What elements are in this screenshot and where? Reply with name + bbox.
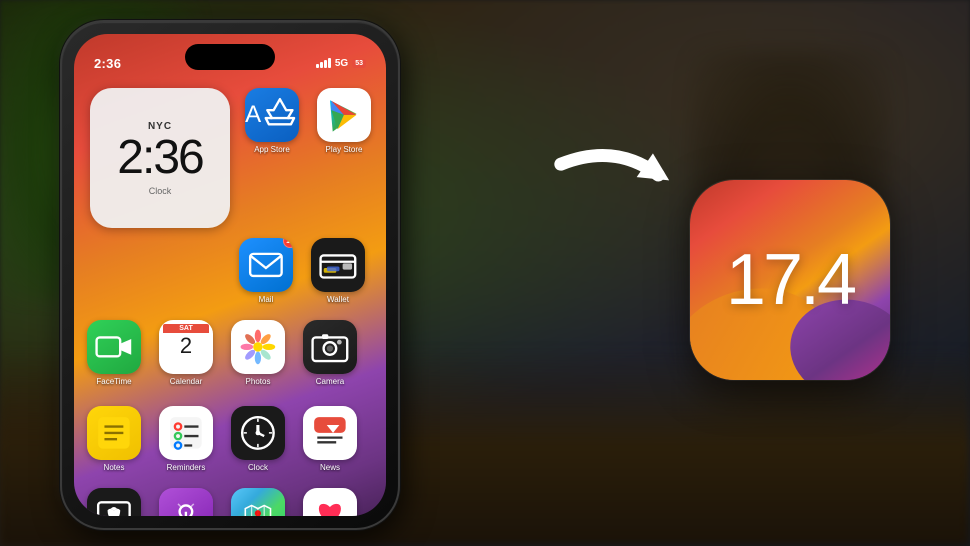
phone: 2:36 5G 53 NYC 2:36 <box>60 20 400 530</box>
app-clock-label: Clock <box>248 463 268 472</box>
app-mail-icon[interactable]: 17 <box>239 238 293 292</box>
app-appstore-icon[interactable] <box>245 88 299 142</box>
app-news-cell[interactable]: News <box>298 406 362 472</box>
app-appstore-label: App Store <box>254 145 290 154</box>
ios-version-icon: 17.4 <box>690 180 890 380</box>
status-time: 2:36 <box>94 56 121 71</box>
app-news-icon[interactable] <box>303 406 357 460</box>
fifth-row: Apple TV Podcasts <box>82 488 362 516</box>
app-clock-cell[interactable]: Clock <box>226 406 290 472</box>
app-news-label: News <box>320 463 340 472</box>
app-facetime-icon[interactable] <box>87 320 141 374</box>
phone-screen: 2:36 5G 53 NYC 2:36 <box>74 34 386 516</box>
app-facetime-cell[interactable]: FaceTime <box>82 320 146 386</box>
app-photos-label: Photos <box>246 377 271 386</box>
app-playstore-cell[interactable]: Play Store <box>312 88 376 154</box>
dynamic-island <box>185 44 275 70</box>
battery-badge: 53 <box>352 59 366 68</box>
app-reminders-cell[interactable]: Reminders <box>154 406 218 472</box>
app-facetime-label: FaceTime <box>96 377 131 386</box>
app-playstore-icon[interactable] <box>317 88 371 142</box>
clock-city: NYC <box>148 121 172 132</box>
app-wallet-icon[interactable] <box>311 238 365 292</box>
calendar-date: 2 <box>180 335 192 357</box>
app-podcasts-icon[interactable] <box>159 488 213 516</box>
app-maps-cell[interactable]: Maps <box>226 488 290 516</box>
app-camera-label: Camera <box>316 377 344 386</box>
signal-bars <box>316 58 331 68</box>
app-reminders-icon[interactable] <box>159 406 213 460</box>
network-type: 5G <box>335 58 348 69</box>
clock-app-label: Clock <box>149 186 172 196</box>
second-row: 17 Mail <box>234 238 370 304</box>
home-screen: NYC 2:36 Clock App Store <box>74 80 386 516</box>
app-health-cell[interactable]: Health <box>298 488 362 516</box>
app-tv-icon[interactable] <box>87 488 141 516</box>
clock-widget: NYC 2:36 Clock <box>90 88 230 228</box>
app-maps-icon[interactable] <box>231 488 285 516</box>
ios-version-text: 17.4 <box>726 239 854 321</box>
app-calendar-icon[interactable]: SAT 2 <box>159 320 213 374</box>
fourth-row: Notes <box>82 406 362 472</box>
app-notes-label: Notes <box>104 463 125 472</box>
app-playstore-label: Play Store <box>326 145 363 154</box>
app-notes-cell[interactable]: Notes <box>82 406 146 472</box>
app-photos-icon[interactable] <box>231 320 285 374</box>
status-icons: 5G 53 <box>316 58 366 69</box>
app-camera-icon[interactable] <box>303 320 357 374</box>
clock-time-display: 2:36 <box>117 134 202 182</box>
arrow <box>550 130 680 220</box>
app-clock-icon[interactable] <box>231 406 285 460</box>
app-notes-icon[interactable] <box>87 406 141 460</box>
app-mail-label: Mail <box>259 295 274 304</box>
app-mail-cell[interactable]: 17 Mail <box>234 238 298 304</box>
app-calendar-label: Calendar <box>170 377 202 386</box>
app-wallet-cell[interactable]: Wallet <box>306 238 370 304</box>
app-health-icon[interactable] <box>303 488 357 516</box>
app-reminders-label: Reminders <box>167 463 206 472</box>
app-wallet-label: Wallet <box>327 295 349 304</box>
app-podcasts-cell[interactable]: Podcasts <box>154 488 218 516</box>
app-calendar-cell[interactable]: SAT 2 Calendar <box>154 320 218 386</box>
calendar-day: SAT <box>163 324 209 333</box>
app-appstore-cell[interactable]: App Store <box>240 88 304 154</box>
phone-frame: 2:36 5G 53 NYC 2:36 <box>60 20 400 530</box>
app-camera-cell[interactable]: Camera <box>298 320 362 386</box>
top-icons-row: App Store <box>240 88 376 154</box>
third-row: FaceTime SAT 2 Calendar <box>82 320 362 386</box>
app-photos-cell[interactable]: Photos <box>226 320 290 386</box>
app-tv-cell[interactable]: Apple TV <box>82 488 146 516</box>
